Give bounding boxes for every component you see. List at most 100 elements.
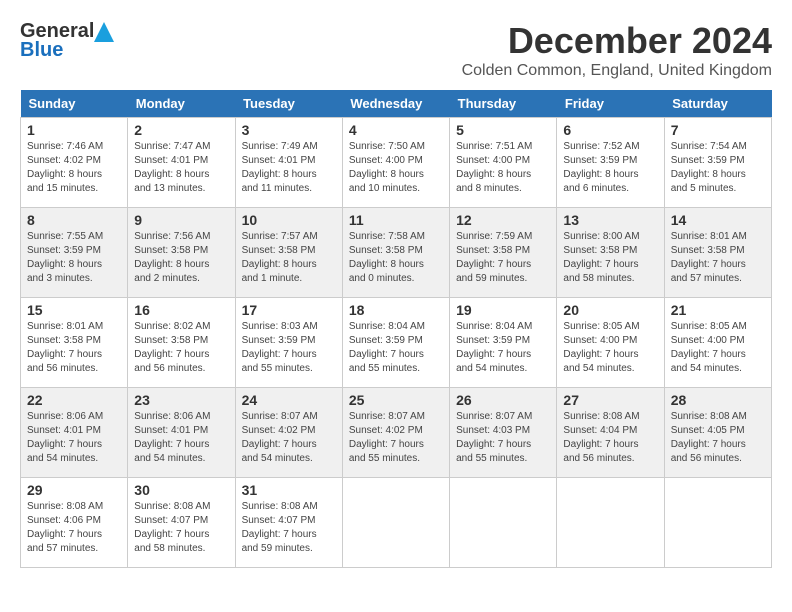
day-number: 2 [134, 122, 228, 138]
calendar-cell: 5 Sunrise: 7:51 AM Sunset: 4:00 PM Dayli… [450, 118, 557, 208]
day-sunset: Sunset: 3:58 PM [134, 335, 208, 346]
day-sunset: Sunset: 3:59 PM [456, 335, 530, 346]
calendar-cell: 18 Sunrise: 8:04 AM Sunset: 3:59 PM Dayl… [342, 298, 449, 388]
day-sunset: Sunset: 3:59 PM [27, 245, 101, 256]
header: General Blue December 2024 Colden Common… [20, 20, 772, 80]
calendar-cell: 20 Sunrise: 8:05 AM Sunset: 4:00 PM Dayl… [557, 298, 664, 388]
day-sunset: Sunset: 4:02 PM [242, 425, 316, 436]
day-sunrise: Sunrise: 7:49 AM [242, 141, 318, 152]
day-sunset: Sunset: 4:01 PM [27, 425, 101, 436]
day-number: 29 [27, 482, 121, 498]
day-sunset: Sunset: 3:58 PM [563, 245, 637, 256]
day-number: 21 [671, 302, 765, 318]
day-sunset: Sunset: 3:58 PM [671, 245, 745, 256]
day-header-wednesday: Wednesday [342, 90, 449, 118]
day-daylight: Daylight: 7 hours and 58 minutes. [134, 529, 209, 554]
day-sunrise: Sunrise: 8:07 AM [456, 411, 532, 422]
day-header-friday: Friday [557, 90, 664, 118]
logo-blue-text: Blue [20, 39, 63, 62]
day-daylight: Daylight: 7 hours and 54 minutes. [456, 349, 531, 374]
day-number: 11 [349, 212, 443, 228]
calendar-cell [450, 478, 557, 568]
calendar-cell: 8 Sunrise: 7:55 AM Sunset: 3:59 PM Dayli… [21, 208, 128, 298]
calendar-cell: 4 Sunrise: 7:50 AM Sunset: 4:00 PM Dayli… [342, 118, 449, 208]
day-sunset: Sunset: 4:06 PM [27, 515, 101, 526]
day-sunset: Sunset: 4:00 PM [671, 335, 745, 346]
day-sunrise: Sunrise: 8:04 AM [456, 321, 532, 332]
day-daylight: Daylight: 7 hours and 55 minutes. [349, 439, 424, 464]
day-number: 14 [671, 212, 765, 228]
day-sunrise: Sunrise: 8:00 AM [563, 231, 639, 242]
day-sunrise: Sunrise: 8:08 AM [134, 501, 210, 512]
day-sunrise: Sunrise: 7:55 AM [27, 231, 103, 242]
calendar-cell: 29 Sunrise: 8:08 AM Sunset: 4:06 PM Dayl… [21, 478, 128, 568]
calendar-cell: 23 Sunrise: 8:06 AM Sunset: 4:01 PM Dayl… [128, 388, 235, 478]
day-header-thursday: Thursday [450, 90, 557, 118]
day-sunset: Sunset: 4:04 PM [563, 425, 637, 436]
day-header-saturday: Saturday [664, 90, 771, 118]
day-number: 30 [134, 482, 228, 498]
day-daylight: Daylight: 8 hours and 1 minute. [242, 259, 317, 284]
calendar-cell: 2 Sunrise: 7:47 AM Sunset: 4:01 PM Dayli… [128, 118, 235, 208]
day-header-tuesday: Tuesday [235, 90, 342, 118]
day-daylight: Daylight: 7 hours and 58 minutes. [563, 259, 638, 284]
day-sunrise: Sunrise: 7:50 AM [349, 141, 425, 152]
calendar-cell [557, 478, 664, 568]
day-sunset: Sunset: 4:01 PM [134, 155, 208, 166]
day-number: 25 [349, 392, 443, 408]
day-daylight: Daylight: 8 hours and 3 minutes. [27, 259, 102, 284]
calendar-cell: 24 Sunrise: 8:07 AM Sunset: 4:02 PM Dayl… [235, 388, 342, 478]
day-number: 20 [563, 302, 657, 318]
calendar-cell: 11 Sunrise: 7:58 AM Sunset: 3:58 PM Dayl… [342, 208, 449, 298]
day-daylight: Daylight: 8 hours and 13 minutes. [134, 169, 209, 194]
calendar-cell: 13 Sunrise: 8:00 AM Sunset: 3:58 PM Dayl… [557, 208, 664, 298]
day-number: 4 [349, 122, 443, 138]
day-daylight: Daylight: 7 hours and 59 minutes. [242, 529, 317, 554]
calendar-table: SundayMondayTuesdayWednesdayThursdayFrid… [20, 90, 772, 568]
day-daylight: Daylight: 8 hours and 8 minutes. [456, 169, 531, 194]
day-daylight: Daylight: 8 hours and 2 minutes. [134, 259, 209, 284]
day-daylight: Daylight: 7 hours and 56 minutes. [134, 349, 209, 374]
calendar-cell: 16 Sunrise: 8:02 AM Sunset: 3:58 PM Dayl… [128, 298, 235, 388]
calendar-cell: 27 Sunrise: 8:08 AM Sunset: 4:04 PM Dayl… [557, 388, 664, 478]
day-daylight: Daylight: 8 hours and 6 minutes. [563, 169, 638, 194]
day-sunrise: Sunrise: 8:08 AM [563, 411, 639, 422]
day-sunset: Sunset: 4:07 PM [242, 515, 316, 526]
day-number: 15 [27, 302, 121, 318]
day-sunset: Sunset: 3:59 PM [563, 155, 637, 166]
day-daylight: Daylight: 7 hours and 54 minutes. [134, 439, 209, 464]
day-number: 31 [242, 482, 336, 498]
day-sunset: Sunset: 3:59 PM [671, 155, 745, 166]
day-sunset: Sunset: 3:58 PM [134, 245, 208, 256]
calendar-week-5: 29 Sunrise: 8:08 AM Sunset: 4:06 PM Dayl… [21, 478, 772, 568]
day-sunrise: Sunrise: 8:01 AM [27, 321, 103, 332]
calendar-week-1: 1 Sunrise: 7:46 AM Sunset: 4:02 PM Dayli… [21, 118, 772, 208]
day-daylight: Daylight: 8 hours and 15 minutes. [27, 169, 102, 194]
day-sunrise: Sunrise: 8:06 AM [134, 411, 210, 422]
calendar-cell: 15 Sunrise: 8:01 AM Sunset: 3:58 PM Dayl… [21, 298, 128, 388]
day-daylight: Daylight: 7 hours and 54 minutes. [563, 349, 638, 374]
day-header-sunday: Sunday [21, 90, 128, 118]
day-number: 9 [134, 212, 228, 228]
day-daylight: Daylight: 7 hours and 57 minutes. [27, 529, 102, 554]
day-number: 17 [242, 302, 336, 318]
title-area: December 2024 Colden Common, England, Un… [462, 20, 772, 80]
day-sunset: Sunset: 3:58 PM [456, 245, 530, 256]
day-sunset: Sunset: 3:58 PM [242, 245, 316, 256]
day-sunrise: Sunrise: 8:03 AM [242, 321, 318, 332]
day-number: 13 [563, 212, 657, 228]
day-sunrise: Sunrise: 7:57 AM [242, 231, 318, 242]
day-sunrise: Sunrise: 8:07 AM [349, 411, 425, 422]
day-number: 28 [671, 392, 765, 408]
calendar-week-4: 22 Sunrise: 8:06 AM Sunset: 4:01 PM Dayl… [21, 388, 772, 478]
day-number: 27 [563, 392, 657, 408]
day-sunrise: Sunrise: 8:07 AM [242, 411, 318, 422]
day-sunrise: Sunrise: 8:05 AM [563, 321, 639, 332]
day-sunset: Sunset: 4:03 PM [456, 425, 530, 436]
calendar-cell: 7 Sunrise: 7:54 AM Sunset: 3:59 PM Dayli… [664, 118, 771, 208]
calendar-cell: 26 Sunrise: 8:07 AM Sunset: 4:03 PM Dayl… [450, 388, 557, 478]
day-number: 3 [242, 122, 336, 138]
day-number: 5 [456, 122, 550, 138]
day-sunset: Sunset: 3:58 PM [27, 335, 101, 346]
day-number: 1 [27, 122, 121, 138]
